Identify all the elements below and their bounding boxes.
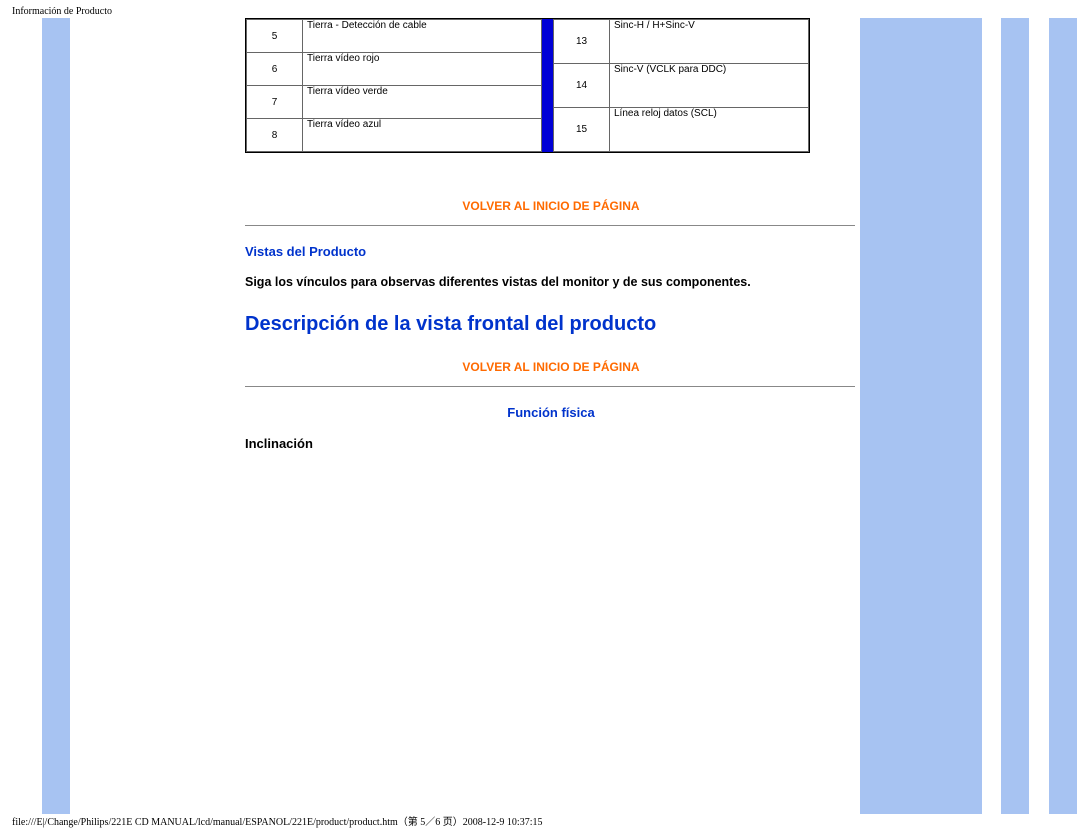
physical-function-heading: Función física (245, 405, 857, 420)
table-row: 6 Tierra vídeo rojo (247, 53, 542, 86)
product-views-body: Siga los vínculos para observas diferent… (245, 275, 857, 289)
decorative-stripe-left (42, 18, 70, 814)
table-row: 14 Sinc-V (VCLK para DDC) (554, 64, 809, 108)
pin-number: 13 (554, 20, 610, 64)
table-row: 15 Línea reloj datos (SCL) (554, 108, 809, 152)
back-to-top-link[interactable]: VOLVER AL INICIO DE PÁGINA (245, 199, 857, 213)
main-content: 5 Tierra - Detección de cable 6 Tierra v… (245, 18, 857, 451)
pin-table-right: 13 Sinc-H / H+Sinc-V 14 Sinc-V (VCLK par… (553, 19, 809, 152)
table-row: 13 Sinc-H / H+Sinc-V (554, 20, 809, 64)
page-header-path: Información de Producto (12, 6, 112, 17)
table-row: 8 Tierra vídeo azul (247, 119, 542, 152)
pin-number: 15 (554, 108, 610, 152)
decorative-stripe-right-1 (1001, 18, 1029, 814)
front-view-link[interactable]: Descripción de la vista frontal del prod… (245, 313, 857, 336)
page-footer-path: file:///E|/Change/Philips/221E CD MANUAL… (12, 813, 543, 828)
pin-desc: Sinc-V (VCLK para DDC) (610, 64, 809, 108)
section-divider (245, 386, 855, 387)
pin-number: 8 (247, 119, 303, 152)
table-row: 5 Tierra - Detección de cable (247, 20, 542, 53)
tilt-heading: Inclinación (245, 436, 857, 451)
product-views-heading: Vistas del Producto (245, 244, 857, 259)
pin-number: 7 (247, 86, 303, 119)
back-to-top-link[interactable]: VOLVER AL INICIO DE PÁGINA (245, 360, 857, 374)
table-divider-blue (542, 19, 553, 152)
section-divider (245, 225, 855, 226)
pin-assignment-table: 5 Tierra - Detección de cable 6 Tierra v… (245, 18, 810, 153)
pin-desc: Tierra - Detección de cable (303, 20, 542, 53)
pin-desc: Línea reloj datos (SCL) (610, 108, 809, 152)
decorative-stripe-right-wide (860, 18, 982, 814)
pin-number: 14 (554, 64, 610, 108)
table-row: 7 Tierra vídeo verde (247, 86, 542, 119)
pin-desc: Tierra vídeo verde (303, 86, 542, 119)
pin-number: 5 (247, 20, 303, 53)
decorative-stripe-right-2 (1049, 18, 1077, 814)
pin-table-left: 5 Tierra - Detección de cable 6 Tierra v… (246, 19, 542, 152)
pin-desc: Sinc-H / H+Sinc-V (610, 20, 809, 64)
pin-number: 6 (247, 53, 303, 86)
pin-desc: Tierra vídeo azul (303, 119, 542, 152)
pin-desc: Tierra vídeo rojo (303, 53, 542, 86)
